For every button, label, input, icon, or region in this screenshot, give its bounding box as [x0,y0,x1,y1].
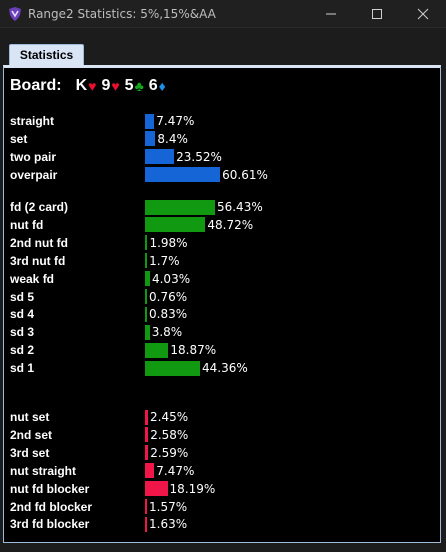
heart-icon: ♥ [88,78,97,94]
card-rank: 5 [124,77,134,94]
stat-bar [145,481,168,497]
board-card: 6 ♦ [149,77,166,95]
stat-bar [145,445,149,461]
stat-label: 3rd fd blocker [10,517,90,532]
stat-bar [145,131,156,147]
close-icon [417,8,429,20]
stat-percent: 2.58% [150,427,189,442]
board-label: Board: [10,77,62,94]
stat-bar [145,271,150,287]
stat-label: sd 3 [10,325,35,340]
board-row: Board: K ♥ 9 ♥ 5 ♣ 6 ♦ [10,76,171,96]
window-title: Range2 Statistics: 5%,15%&AA [28,7,216,21]
stat-label: fd (2 card) [10,200,69,214]
stat-percent: 23.52% [176,149,222,164]
stat-label: sd 1 [10,361,35,376]
stat-percent: 2.59% [150,445,189,460]
stat-percent: 1.98% [149,235,188,250]
stat-bar [145,463,155,479]
stat-bar [145,306,147,322]
stat-label: nut straight [10,463,76,478]
stat-percent: 7.47% [156,463,195,478]
stat-label: 3rd nut fd [10,253,66,268]
stat-percent: 60.61% [222,167,268,182]
stat-percent: 18.87% [170,343,217,358]
stat-percent: 8.4% [157,131,188,146]
shield-logo-icon [7,6,23,22]
stat-percent: 4.03% [151,271,191,286]
stat-percent: 2.45% [150,410,189,424]
stat-label: nut set [10,410,50,424]
stat-percent: 1.63% [149,517,188,532]
stat-percent: 0.83% [149,307,188,322]
card-rank: K [75,77,88,94]
minimize-icon [326,13,336,15]
card-rank: 9 [101,77,111,94]
stat-bar [145,113,155,129]
stat-bar [145,235,148,251]
stat-label: nut fd [10,217,44,232]
stat-bar [145,199,215,215]
stat-percent: 0.76% [149,289,188,304]
stat-bar [145,342,169,358]
window-titlebar: Range2 Statistics: 5%,15%&AA [0,0,446,28]
stat-percent: 18.19% [169,481,216,496]
stat-label: sd 2 [10,343,35,358]
stat-label: overpair [10,167,58,182]
stat-label: set [10,131,28,146]
maximize-icon [372,9,382,19]
stat-bar [145,149,175,165]
stat-percent: 56.43% [216,200,263,214]
stat-bar [145,289,147,304]
stat-label: sd 4 [10,307,35,322]
stat-bar [145,360,200,376]
stat-bar [145,516,148,532]
board-card: 9 ♥ [101,77,119,95]
heart-icon: ♥ [111,78,120,94]
stat-label: 2nd nut fd [10,235,68,250]
board-card: K ♥ [76,77,97,95]
stat-label: 2nd fd blocker [10,499,93,514]
tab-statistics[interactable]: Statistics [9,44,84,66]
stat-label: 2nd set [10,427,53,442]
stat-percent: 44.36% [202,361,248,376]
stat-bar [145,324,150,340]
stat-percent: 3.8% [151,325,183,340]
stat-percent: 1.7% [149,253,180,268]
board-card: 5 ♣ [125,77,144,95]
stat-label: weak fd [10,271,55,286]
minimize-button[interactable] [308,0,354,28]
stat-percent: 1.57% [149,499,188,514]
stat-label: sd 5 [10,289,35,304]
stat-label: two pair [10,149,57,164]
stat-percent: 7.47% [156,114,195,128]
stat-bar [145,409,149,425]
stat-bar [145,167,221,183]
stat-label: straight [10,114,55,128]
card-rank: 6 [148,77,158,94]
maximize-button[interactable] [354,0,400,28]
stat-percent: 48.72% [207,217,254,232]
close-button[interactable] [400,0,446,28]
stat-label: nut fd blocker [10,481,90,496]
stat-bar [145,427,149,443]
stat-label: 3rd set [10,445,50,460]
stat-bar [145,499,147,514]
club-icon: ♣ [134,78,144,94]
stat-bar [145,217,206,233]
stat-bar [145,253,148,269]
diamond-icon: ♦ [158,78,166,94]
